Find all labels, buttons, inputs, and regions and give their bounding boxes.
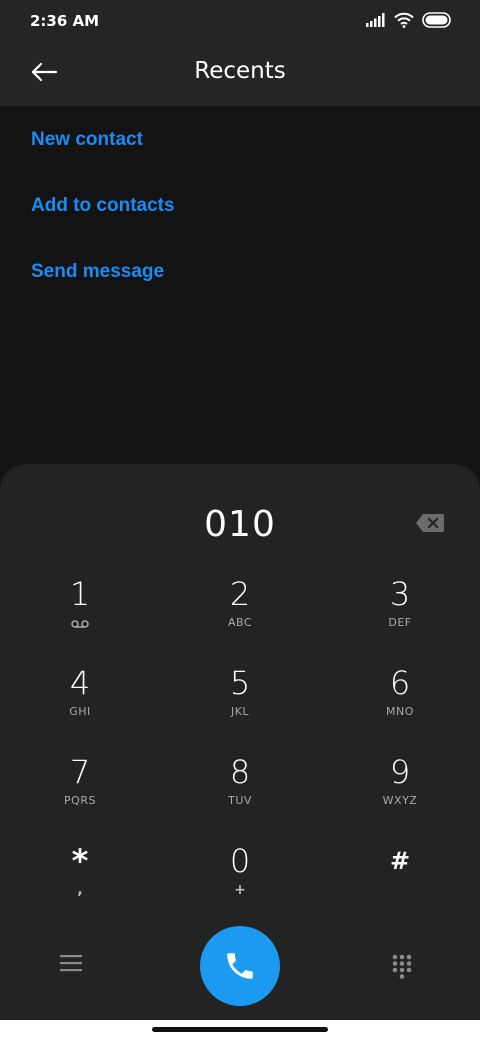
key-digit: 5 xyxy=(229,664,251,702)
backspace-button[interactable] xyxy=(416,514,446,536)
key-letters: MNO xyxy=(386,705,414,718)
phone-icon xyxy=(227,953,253,979)
key-digit: 0 xyxy=(229,842,251,880)
key-digit: 3 xyxy=(389,575,411,613)
key-digit: 8 xyxy=(229,753,251,791)
add-to-contacts-link[interactable]: Add to contacts xyxy=(31,184,175,250)
menu-button[interactable] xyxy=(60,954,88,978)
gesture-nav-bar xyxy=(0,1020,480,1040)
signal-icon xyxy=(366,13,385,27)
dialer-bottom-bar xyxy=(0,926,480,1006)
new-contact-link[interactable]: New contact xyxy=(31,118,175,184)
key-7[interactable]: 7 PQRS xyxy=(0,752,160,841)
key-letters: ABC xyxy=(227,616,253,629)
key-digit: 2 xyxy=(229,575,251,613)
key-letters: GHI xyxy=(69,705,91,718)
dialpad-toggle-button[interactable] xyxy=(392,954,416,982)
key-digit: 7 xyxy=(69,753,91,791)
key-4[interactable]: 4 GHI xyxy=(0,663,160,752)
dialpad-sheet: 010 1 2 ABC 3 DEF 4 GHI 5 JKL 6 MNO 7 PQ… xyxy=(0,464,480,1020)
backspace-icon xyxy=(416,514,444,532)
key-digit: 1 xyxy=(69,575,91,613)
key-3[interactable]: 3 DEF xyxy=(320,574,480,663)
key-star[interactable]: * , xyxy=(0,841,160,930)
key-5[interactable]: 5 JKL xyxy=(160,663,320,752)
key-6[interactable]: 6 MNO xyxy=(320,663,480,752)
key-letters: , xyxy=(77,882,83,898)
hamburger-menu-icon xyxy=(60,955,82,972)
app-header: 2:36 AM Recents xyxy=(0,0,480,106)
call-button[interactable] xyxy=(200,926,280,1006)
key-0[interactable]: 0 + xyxy=(160,841,320,930)
dialpad-icon xyxy=(392,954,412,979)
dialed-number: 010 xyxy=(204,504,276,545)
key-letters: DEF xyxy=(388,616,412,629)
key-hash[interactable]: # xyxy=(320,841,480,930)
key-letters: + xyxy=(234,882,246,898)
voicemail-icon xyxy=(71,620,89,628)
status-icons xyxy=(366,12,452,28)
send-message-link[interactable]: Send message xyxy=(31,250,175,316)
key-8[interactable]: 8 TUV xyxy=(160,752,320,841)
key-digit: * xyxy=(71,842,89,880)
key-digit: 6 xyxy=(389,664,411,702)
key-9[interactable]: 9 WXYZ xyxy=(320,752,480,841)
key-digit: 4 xyxy=(69,664,91,702)
key-letters: TUV xyxy=(228,794,252,807)
battery-icon xyxy=(422,12,451,28)
dialpad-keys: 1 2 ABC 3 DEF 4 GHI 5 JKL 6 MNO 7 PQRS 8… xyxy=(0,574,480,930)
key-digit: 9 xyxy=(389,753,411,791)
phone-screen: 2:36 AM Recents New contact Add to conta… xyxy=(0,0,480,1040)
key-1[interactable]: 1 xyxy=(0,574,160,663)
page-title: Recents xyxy=(194,58,286,84)
home-indicator[interactable] xyxy=(152,1027,328,1032)
key-letters: PQRS xyxy=(64,794,96,807)
status-time: 2:36 AM xyxy=(30,12,100,30)
contact-actions: New contact Add to contacts Send message xyxy=(31,118,175,316)
key-digit: # xyxy=(389,847,411,875)
wifi-icon xyxy=(394,12,414,28)
key-letters: JKL xyxy=(230,705,250,718)
key-letters: WXYZ xyxy=(382,794,418,807)
key-2[interactable]: 2 ABC xyxy=(160,574,320,663)
